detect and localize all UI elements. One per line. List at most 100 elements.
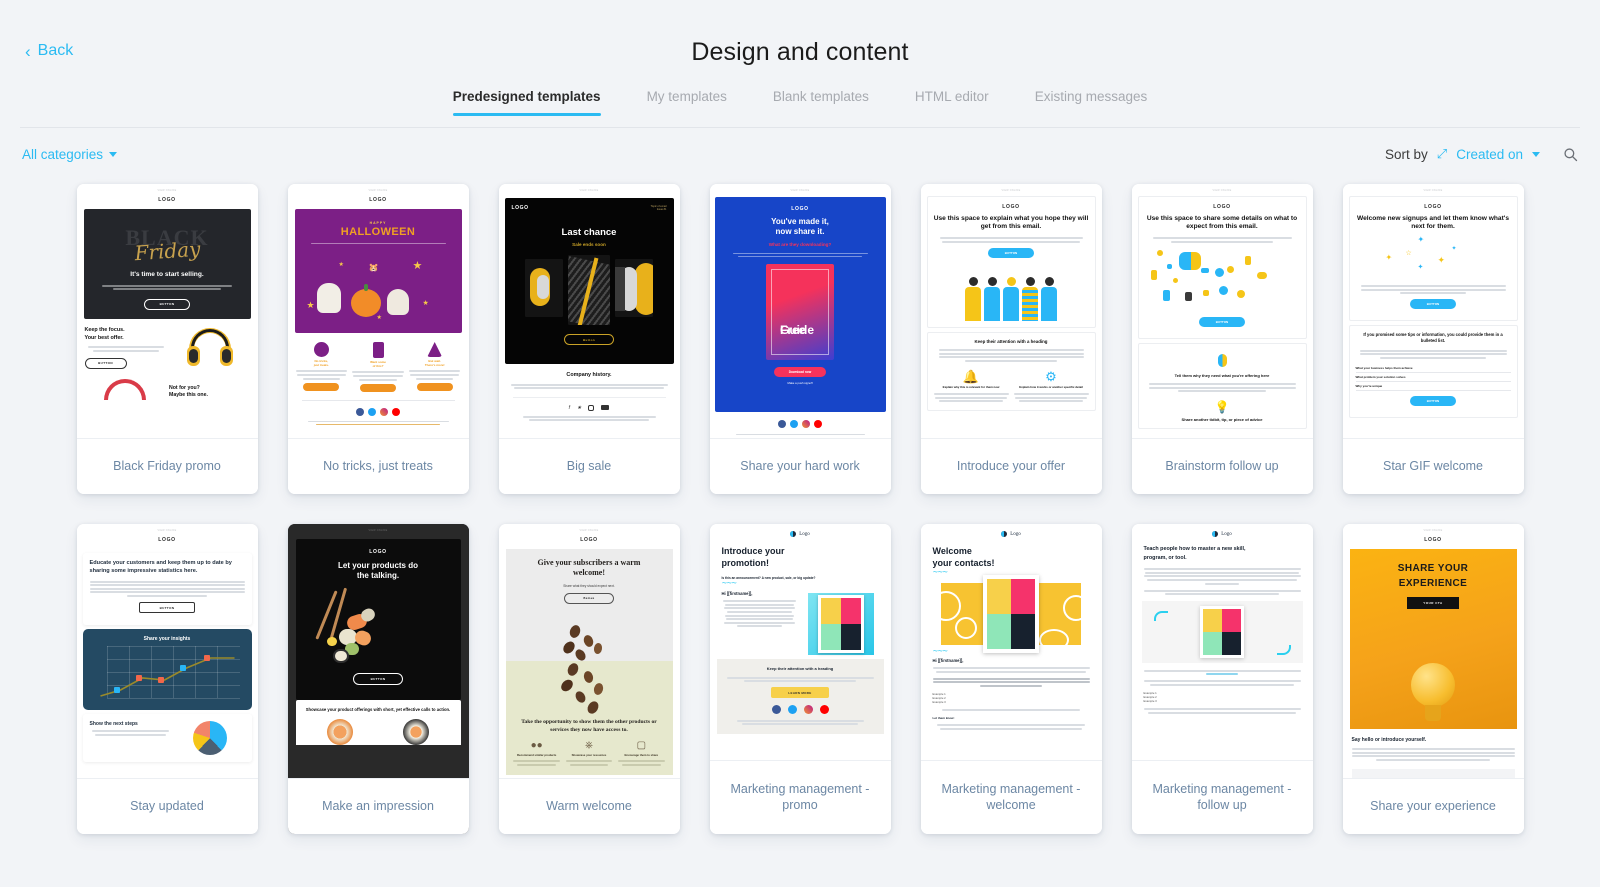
template-preview: VIEW ONLINE LOGO Let your products do th…	[287, 524, 469, 778]
all-categories-dropdown[interactable]: All categories	[22, 147, 118, 162]
section-headline: Say hello or introduce yourself.	[1351, 737, 1427, 743]
template-title: Share your hard work	[709, 438, 891, 494]
template-card[interactable]: VIEW ONLINE LOGO Use this space to share…	[1131, 184, 1313, 494]
free-guide-graphic: Free Guide	[766, 264, 834, 361]
hero-headline-2: your contacts!	[932, 558, 995, 569]
template-preview: VIEW ONLINE LOGO Topic of email Issue #1…	[498, 184, 680, 438]
preview-hero: BLACK Friday It's time to start selling.…	[83, 209, 251, 319]
page-title: Design and content	[691, 38, 909, 66]
preview-logo: LOGO	[1213, 204, 1231, 210]
preview-hero: LOGO You've made it, now share it. What …	[714, 197, 886, 412]
bullet-3: Why you're unique	[1355, 382, 1511, 391]
feature-column: No tricks, just treats.	[295, 342, 349, 392]
template-card[interactable]: VIEW ONLINE LOGO Welcome new signups and…	[1342, 184, 1524, 494]
template-preview: Logo Introduce your promotion! Is this a…	[709, 524, 891, 760]
template-card[interactable]: VIEW ONLINE LOGO HAPPY HALLOWEEN ★ ★ ★ ★…	[287, 184, 469, 494]
hero-subhead: Sale ends soon	[572, 242, 606, 247]
template-card[interactable]: Logo Introduce your promotion! Is this a…	[709, 524, 891, 834]
template-card[interactable]: VIEW ONLINE LOGO Educate your customers …	[76, 524, 258, 834]
hero-headline-1: Introduce your	[721, 546, 785, 556]
hero-headline: Welcome new signups and let them know wh…	[1356, 215, 1510, 231]
preview-hero: LOGO Use this space to explain what you …	[926, 196, 1096, 328]
col2-title: Explain how it works or another specific…	[1019, 385, 1083, 390]
back-button[interactable]: ‹ Back	[25, 42, 73, 60]
greeting: Hi [[firstname]],	[721, 591, 753, 597]
section-headline: Take the opportunity to show them the ot…	[521, 719, 657, 733]
col3-title: Encourage them to share	[624, 753, 659, 758]
tab-blank-templates[interactable]: Blank templates	[773, 89, 869, 114]
preview-top-note: VIEW ONLINE	[790, 189, 810, 192]
section-headline: If you promised some tips or information…	[1363, 332, 1503, 344]
template-card[interactable]: VIEW ONLINE LOGO SHARE YOUR EXPERIENCE Y…	[1342, 524, 1524, 834]
arrow-down-right-icon[interactable]: ⤢	[1437, 146, 1447, 162]
tab-predesigned-templates[interactable]: Predesigned templates	[452, 89, 601, 116]
template-title: Marketing management - promo	[709, 760, 891, 834]
template-preview: VIEW ONLINE LOGO Welcome new signups and…	[1342, 184, 1524, 438]
hero-headline-1: Give your subscribers a warm	[537, 558, 641, 567]
preview-hero: SHARE YOUR EXPERIENCE YOUR CTA	[1349, 549, 1517, 729]
sort-value-label[interactable]: Created on	[1456, 147, 1523, 162]
template-card[interactable]: VIEW ONLINE LOGO Use this space to expla…	[920, 184, 1102, 494]
hero-headline-2: the talking.	[356, 571, 400, 581]
template-preview: VIEW ONLINE LOGO BLACK Friday It's time …	[76, 184, 258, 438]
hero-title: HALLOWEEN	[340, 226, 416, 238]
template-title: No tricks, just treats	[287, 438, 469, 494]
preview-top-note: VIEW ONLINE	[1001, 189, 1021, 192]
search-icon[interactable]	[1563, 147, 1578, 162]
preview-logo: LOGO	[158, 537, 176, 543]
hero-button: YOUR CTA	[1407, 597, 1459, 609]
template-card[interactable]: VIEW ONLINE LOGO Let your products do th…	[287, 524, 469, 834]
chevron-down-icon[interactable]	[1532, 151, 1540, 157]
template-title: Big sale	[498, 438, 680, 494]
template-card[interactable]: VIEW ONLINE LOGO You've made it, now sha…	[709, 184, 891, 494]
template-title: Introduce your offer	[920, 438, 1102, 494]
preview-logo: LOGO	[369, 549, 387, 555]
section-button: BUTTON	[84, 357, 127, 369]
preview-top-note: VIEW ONLINE	[157, 189, 177, 192]
tab-existing-messages[interactable]: Existing messages	[1035, 89, 1148, 114]
tab-my-templates[interactable]: My templates	[647, 89, 727, 114]
template-preview: VIEW ONLINE LOGO Use this space to share…	[1131, 184, 1313, 438]
hero-headline-1: Welcome	[932, 546, 972, 556]
template-card[interactable]: Logo Teach people how to master a new sk…	[1131, 524, 1313, 834]
template-preview: VIEW ONLINE LOGO SHARE YOUR EXPERIENCE Y…	[1342, 524, 1524, 778]
hero-headline: Use this space to explain what you hope …	[933, 215, 1089, 231]
template-card[interactable]: VIEW ONLINE LOGO Topic of email Issue #1…	[498, 184, 680, 494]
preview-section: Showcase your product offerings with sho…	[295, 699, 461, 746]
preview-hero: Give your subscribers a warm welcome! Sh…	[505, 549, 673, 663]
preview-hero: Educate your customers and keep them up …	[82, 553, 252, 626]
section2-headline-1: Not for you?	[169, 384, 200, 391]
template-card[interactable]: Logo Welcome your contacts! ∼∼∼ ∼∼∼ Hi […	[920, 524, 1102, 834]
chevron-left-icon: ‹	[25, 41, 31, 61]
cup-icon: ⎈	[584, 740, 593, 752]
gears-icon: ⚙	[1045, 369, 1057, 385]
tab-html-editor[interactable]: HTML editor	[915, 89, 989, 114]
col1-title-2: just treats.	[313, 363, 329, 368]
col-button	[303, 382, 340, 391]
hero-headline: Last chance	[561, 227, 617, 238]
bullet-3: Example 3	[1143, 699, 1157, 704]
hero-headline: Educate your customers and keep them up …	[89, 560, 232, 574]
template-card[interactable]: VIEW ONLINE LOGO Give your subscribers a…	[498, 524, 680, 834]
guide-line-2: Guide	[780, 322, 815, 337]
section-headline-2: Your best offer.	[84, 334, 124, 341]
preview-logo: LOGO	[580, 537, 598, 543]
social-icons	[288, 407, 469, 416]
hero-headline-1: SHARE YOUR	[1397, 563, 1469, 574]
template-preview: Logo Teach people how to master a new sk…	[1131, 524, 1313, 760]
sushi-illustration	[303, 581, 454, 667]
col-button	[416, 382, 453, 391]
preview-top-note: VIEW ONLINE	[157, 529, 177, 532]
preview-logo: LOGO	[791, 206, 809, 212]
col1-title: Recommend similar products	[517, 753, 557, 758]
template-title: Share your experience	[1342, 778, 1524, 834]
preview-top-note: VIEW ONLINE	[368, 189, 388, 192]
headphones-icon	[187, 327, 234, 368]
template-card[interactable]: VIEW ONLINE LOGO BLACK Friday It's time …	[76, 184, 258, 494]
template-title: Black Friday promo	[76, 438, 258, 494]
arc-shape-icon	[103, 378, 146, 400]
hero-button: Button	[564, 592, 614, 604]
tab-bar: Predesigned templates My templates Blank…	[0, 89, 1600, 116]
social-icons	[710, 420, 891, 428]
template-preview: Logo Welcome your contacts! ∼∼∼ ∼∼∼ Hi […	[920, 524, 1102, 760]
